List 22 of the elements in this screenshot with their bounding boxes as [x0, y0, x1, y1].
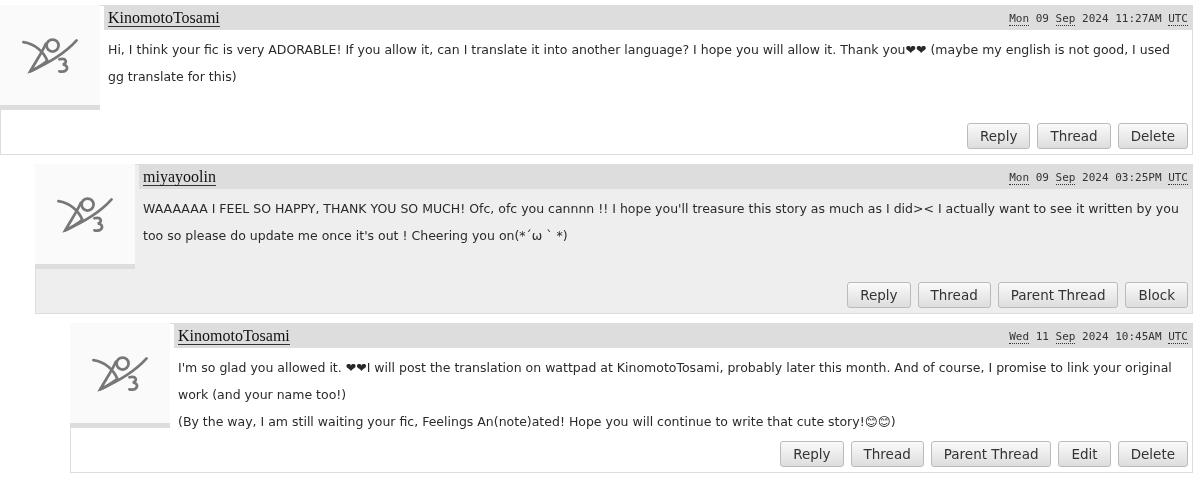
action-button[interactable]: Reply	[847, 282, 911, 308]
author-link[interactable]: KinomotoTosami	[178, 327, 290, 345]
action-button[interactable]: Reply	[967, 123, 1031, 149]
action-button[interactable]: Reply	[780, 441, 844, 467]
timestamp: Wed 11 Sep 2024 10:45AM UTC	[1009, 329, 1188, 343]
action-button[interactable]: Thread	[917, 282, 991, 308]
author-link[interactable]: miyayoolin	[143, 168, 216, 186]
action-button[interactable]: Delete	[1117, 441, 1188, 467]
action-button[interactable]: Parent Thread	[997, 282, 1119, 308]
author-link[interactable]: KinomotoTosami	[108, 9, 220, 27]
action-button[interactable]: Block	[1125, 282, 1188, 308]
action-button[interactable]: Thread	[1037, 123, 1111, 149]
action-button[interactable]: Delete	[1117, 123, 1188, 149]
comment-text: Hi, I think your fic is very ADORABLE! If you allow it, can I translate it into another language? I hope you will allow it. Thank you❤❤ (maybe my english is not good, I used gg translate for this)	[108, 41, 1171, 86]
comment-text: I'm so glad you allowed it. ❤❤I will post the translation on wattpad at KinomotoTosami, probably later this month. And of course, I promise to link your original work (and your name too!)	[178, 359, 1173, 404]
timestamp: Mon 09 Sep 2024 03:25PM UTC	[1009, 170, 1188, 184]
action-button[interactable]: Parent Thread	[930, 441, 1052, 467]
comment-text: (By the way, I am still waiting your fic, Feelings An(note)ated! Hope you will continue to write that cute story!😊😊)	[178, 413, 897, 431]
timestamp: Mon 09 Sep 2024 11:27AM UTC	[1009, 11, 1188, 25]
action-button[interactable]: Edit	[1058, 441, 1111, 467]
action-button[interactable]: Thread	[850, 441, 924, 467]
comment-text: WAAAAAA I FEEL SO HAPPY, THANK YOU SO MUCH! Ofc, ofc you cannnn !! I hope you'll treasure this story as much as I did>< I actually want to see it written by you too so please do update me once it's out ! Cheering you on(*´ω ` *)	[143, 200, 1180, 245]
